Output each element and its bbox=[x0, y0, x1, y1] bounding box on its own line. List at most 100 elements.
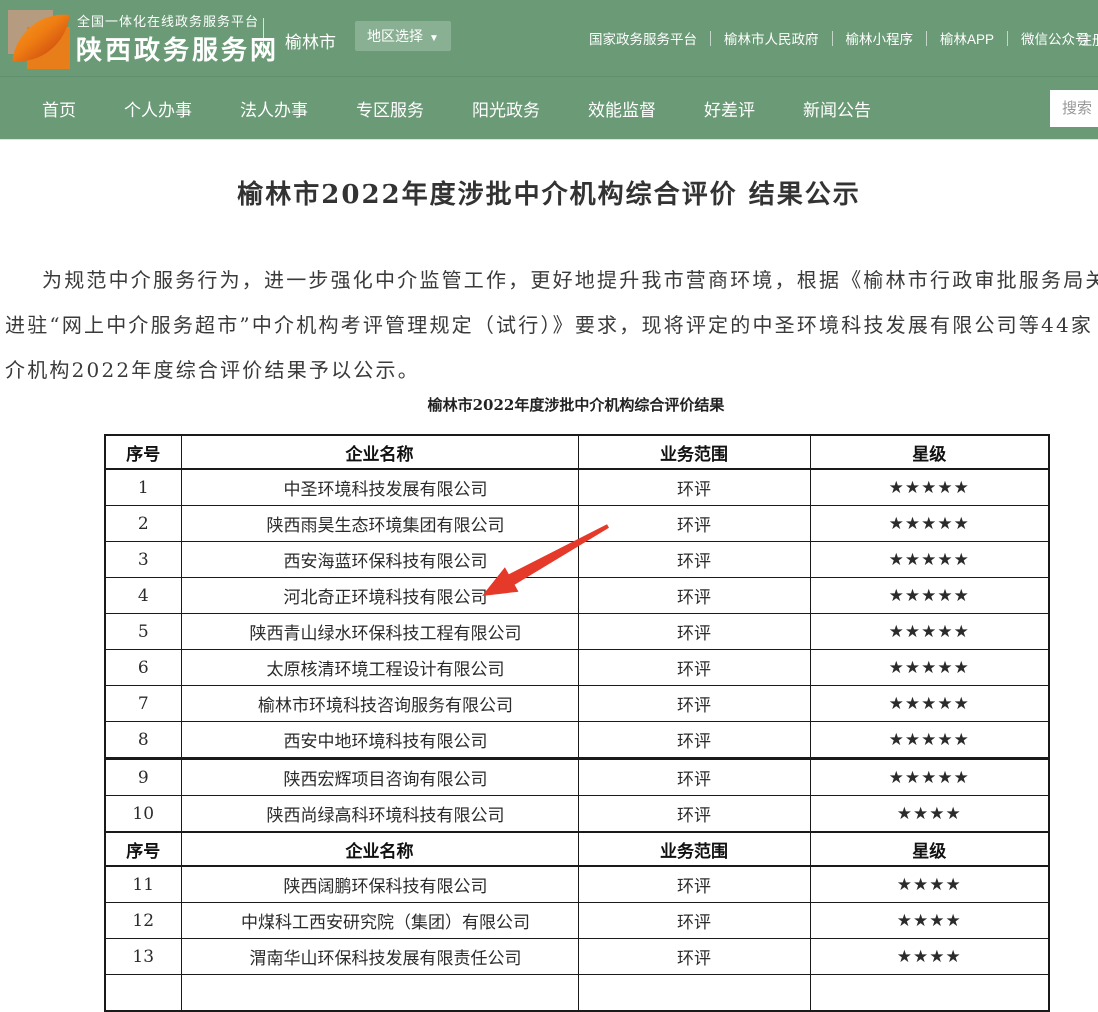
column-header: 序号 bbox=[105, 832, 181, 866]
paragraph-line: 为规范中介服务行为，进一步强化中介监管工作，更好地提升我市营商环境，根据《榆林市… bbox=[5, 258, 1098, 303]
table-row: 7榆林市环境科技咨询服务有限公司环评★★★★★ bbox=[105, 686, 1049, 722]
cell-no: 13 bbox=[105, 939, 181, 975]
cell-no: 8 bbox=[105, 722, 181, 759]
cell-scope: 环评 bbox=[578, 796, 810, 833]
cell-name: 陕西青山绿水环保科技工程有限公司 bbox=[181, 614, 578, 650]
eval-table-body: 序号企业名称业务范围星级1中圣环境科技发展有限公司环评★★★★★2陕西雨昊生态环… bbox=[105, 435, 1049, 1011]
cell-stars: ★★★★★ bbox=[810, 686, 1049, 722]
cell-name: 陕西雨昊生态环境集团有限公司 bbox=[181, 506, 578, 542]
cell-name: 中圣环境科技发展有限公司 bbox=[181, 469, 578, 506]
cell-name: 中煤科工西安研究院（集团）有限公司 bbox=[181, 903, 578, 939]
search-input[interactable] bbox=[1050, 90, 1098, 127]
cell-name: 渭南华山环保科技发展有限责任公司 bbox=[181, 939, 578, 975]
table-caption: 榆林市2022年度涉批中介机构综合评价结果 bbox=[104, 395, 1048, 415]
cell-no bbox=[105, 975, 181, 1012]
table-row: 6太原核清环境工程设计有限公司环评★★★★★ bbox=[105, 650, 1049, 686]
table-row: 1中圣环境科技发展有限公司环评★★★★★ bbox=[105, 469, 1049, 506]
register-link[interactable]: 注册 bbox=[1078, 30, 1098, 50]
table-row bbox=[105, 975, 1049, 1012]
cell-scope: 环评 bbox=[578, 614, 810, 650]
column-header: 星级 bbox=[810, 832, 1049, 866]
cell-scope: 环评 bbox=[578, 578, 810, 614]
table-row: 12中煤科工西安研究院（集团）有限公司环评★★★★ bbox=[105, 903, 1049, 939]
cell-no: 6 bbox=[105, 650, 181, 686]
announcement-paragraph: 为规范中介服务行为，进一步强化中介监管工作，更好地提升我市营商环境，根据《榆林市… bbox=[0, 258, 1098, 393]
link-national-platform[interactable]: 国家政务服务平台 bbox=[576, 28, 710, 48]
announcement-article: 榆林市2022年度涉批中介机构综合评价 结果公示 为规范中介服务行为，进一步强化… bbox=[0, 178, 1098, 1012]
table-row: 13渭南华山环保科技发展有限责任公司环评★★★★ bbox=[105, 939, 1049, 975]
link-city-government[interactable]: 榆林市人民政府 bbox=[711, 28, 832, 48]
cell-stars: ★★★★★ bbox=[810, 650, 1049, 686]
region-select-button[interactable]: 地区选择 ▼ bbox=[355, 21, 451, 51]
cell-stars: ★★★★ bbox=[810, 866, 1049, 903]
column-header: 企业名称 bbox=[181, 435, 578, 469]
nav-item-sunshine-gov[interactable]: 阳光政务 bbox=[472, 96, 540, 121]
cell-scope bbox=[578, 975, 810, 1012]
cell-name bbox=[181, 975, 578, 1012]
table-header-row: 序号企业名称业务范围星级 bbox=[105, 832, 1049, 866]
column-header: 星级 bbox=[810, 435, 1049, 469]
brand-divider bbox=[263, 18, 264, 58]
nav-item-personal[interactable]: 个人办事 bbox=[124, 96, 192, 121]
region-select-label: 地区选择 bbox=[367, 28, 423, 44]
nav-item-zone-services[interactable]: 专区服务 bbox=[356, 96, 424, 121]
cell-stars: ★★★★★ bbox=[810, 614, 1049, 650]
paragraph-line: 介机构2022年度综合评价结果予以公示。 bbox=[5, 348, 1098, 393]
cell-no: 3 bbox=[105, 542, 181, 578]
cell-name: 河北奇正环境科技有限公司 bbox=[181, 578, 578, 614]
cell-no: 2 bbox=[105, 506, 181, 542]
paragraph-line: 进驻“网上中介服务超市”中介机构考评管理规定（试行）》要求，现将评定的中圣环境科… bbox=[5, 303, 1098, 348]
page-title: 榆林市2022年度涉批中介机构综合评价 结果公示 bbox=[0, 178, 1098, 212]
current-city-label: 榆林市 bbox=[285, 28, 336, 53]
cell-name: 陕西宏辉项目咨询有限公司 bbox=[181, 759, 578, 796]
cell-stars: ★★★★★ bbox=[810, 506, 1049, 542]
site-title: 陕西政务服务网 bbox=[76, 30, 279, 67]
cell-stars: ★★★★★ bbox=[810, 759, 1049, 796]
table-row: 9陕西宏辉项目咨询有限公司环评★★★★★ bbox=[105, 759, 1049, 796]
column-header: 企业名称 bbox=[181, 832, 578, 866]
cell-no: 1 bbox=[105, 469, 181, 506]
link-mini-program[interactable]: 榆林小程序 bbox=[833, 28, 927, 48]
cell-scope: 环评 bbox=[578, 722, 810, 759]
cell-scope: 环评 bbox=[578, 542, 810, 578]
cell-scope: 环评 bbox=[578, 686, 810, 722]
cell-stars: ★★★★★ bbox=[810, 469, 1049, 506]
search-box bbox=[1050, 90, 1098, 127]
top-header-bar: 全国一体化在线政务服务平台 陕西政务服务网 榆林市 地区选择 ▼ 国家政务服务平台… bbox=[0, 0, 1098, 76]
cell-stars: ★★★★ bbox=[810, 796, 1049, 833]
table-row: 8西安中地环境科技有限公司环评★★★★★ bbox=[105, 722, 1049, 759]
nav-item-news[interactable]: 新闻公告 bbox=[803, 96, 871, 121]
cell-stars bbox=[810, 975, 1049, 1012]
nav-item-legal-entity[interactable]: 法人办事 bbox=[240, 96, 308, 121]
table-row: 10陕西尚绿高科环境科技有限公司环评★★★★ bbox=[105, 796, 1049, 833]
cell-scope: 环评 bbox=[578, 469, 810, 506]
site-logo-icon bbox=[8, 7, 72, 69]
cell-stars: ★★★★ bbox=[810, 939, 1049, 975]
table-header-row: 序号企业名称业务范围星级 bbox=[105, 435, 1049, 469]
column-header: 序号 bbox=[105, 435, 181, 469]
column-header: 业务范围 bbox=[578, 435, 810, 469]
table-row: 3西安海蓝环保科技有限公司环评★★★★★ bbox=[105, 542, 1049, 578]
column-header: 业务范围 bbox=[578, 832, 810, 866]
cell-no: 9 bbox=[105, 759, 181, 796]
nav-item-home[interactable]: 首页 bbox=[42, 96, 76, 121]
evaluation-results-table: 序号企业名称业务范围星级1中圣环境科技发展有限公司环评★★★★★2陕西雨昊生态环… bbox=[104, 434, 1050, 1012]
cell-name: 西安中地环境科技有限公司 bbox=[181, 722, 578, 759]
cell-name: 太原核清环境工程设计有限公司 bbox=[181, 650, 578, 686]
cell-no: 12 bbox=[105, 903, 181, 939]
cell-stars: ★★★★★ bbox=[810, 722, 1049, 759]
chevron-down-icon: ▼ bbox=[429, 33, 439, 44]
main-nav-bar: 首页 个人办事 法人办事 专区服务 阳光政务 效能监督 好差评 新闻公告 bbox=[0, 76, 1098, 140]
cell-scope: 环评 bbox=[578, 939, 810, 975]
nav-item-rating[interactable]: 好差评 bbox=[704, 96, 755, 121]
cell-stars: ★★★★★ bbox=[810, 578, 1049, 614]
cell-scope: 环评 bbox=[578, 903, 810, 939]
cell-scope: 环评 bbox=[578, 759, 810, 796]
nav-item-efficiency[interactable]: 效能监督 bbox=[588, 96, 656, 121]
platform-subtitle: 全国一体化在线政务服务平台 bbox=[77, 11, 259, 30]
cell-no: 11 bbox=[105, 866, 181, 903]
cell-name: 榆林市环境科技咨询服务有限公司 bbox=[181, 686, 578, 722]
cell-stars: ★★★★★ bbox=[810, 542, 1049, 578]
cell-no: 7 bbox=[105, 686, 181, 722]
link-app[interactable]: 榆林APP bbox=[927, 28, 1007, 48]
